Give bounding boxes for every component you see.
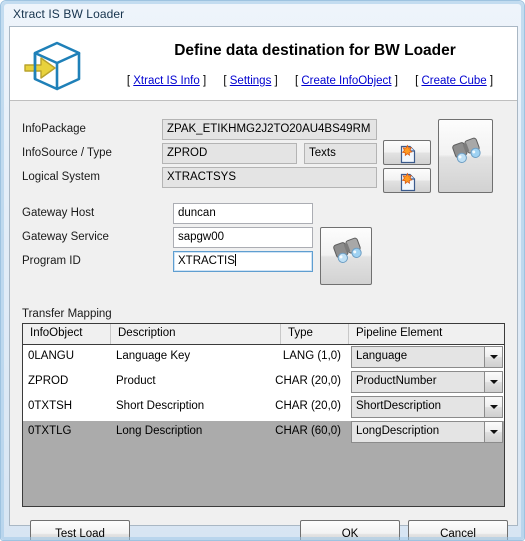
- cell-infoobject: 0LANGU: [28, 350, 75, 362]
- logical-system-field: XTRACTSYS: [162, 167, 377, 188]
- cell-infoobject: ZPROD: [28, 375, 69, 387]
- bracket-open: [: [126, 75, 131, 87]
- bracket-open: [: [415, 75, 419, 87]
- header-link-bar: [ Xtract IS Info ] [ Settings ] [ Create…: [110, 75, 510, 87]
- grid-body: 0LANGU Language Key LANG (1,0) Language …: [23, 345, 504, 443]
- gateway-service-input[interactable]: sapgw00: [173, 227, 313, 248]
- label-gateway-service: Gateway Service: [22, 231, 109, 243]
- infosource-field: ZPROD: [162, 143, 297, 164]
- pipeline-element-select[interactable]: ProductNumber: [351, 371, 503, 393]
- link-group-xtract-is-info: [ Xtract IS Info ]: [127, 75, 206, 87]
- bracket-close: ]: [394, 75, 398, 87]
- table-row[interactable]: 0LANGU Language Key LANG (1,0) Language: [23, 345, 504, 370]
- link-create-infoobject[interactable]: Create InfoObject: [301, 75, 391, 87]
- chevron-down-icon[interactable]: [484, 372, 502, 392]
- bracket-close: ]: [202, 75, 207, 87]
- column-header-infoobject[interactable]: InfoObject: [23, 324, 111, 344]
- bracket-close: ]: [274, 75, 278, 87]
- browse-gateway-button[interactable]: [320, 227, 372, 285]
- cancel-button-label: Cancel: [440, 528, 476, 540]
- cell-infoobject: 0TXTLG: [28, 425, 72, 437]
- column-header-description[interactable]: Description: [111, 324, 281, 344]
- page-title: Define data destination for BW Loader: [174, 42, 456, 59]
- column-header-type[interactable]: Type: [281, 324, 349, 344]
- label-infosource-type: InfoSource / Type: [22, 147, 112, 159]
- chevron-down-icon[interactable]: [484, 397, 502, 417]
- pipeline-element-value: Language: [356, 350, 408, 362]
- pipeline-element-select[interactable]: Language: [351, 346, 503, 368]
- dialog-client-area: Define data destination for BW Loader [ …: [9, 26, 518, 540]
- pipeline-element-value: ProductNumber: [356, 375, 437, 387]
- cell-description: Long Description: [116, 425, 203, 437]
- grid-header-row: InfoObject Description Type Pipeline Ele…: [23, 324, 504, 345]
- cell-type: CHAR (20,0): [275, 375, 341, 387]
- bracket-close: ]: [489, 75, 494, 87]
- program-id-input[interactable]: XTRACTIS: [173, 251, 313, 272]
- table-row[interactable]: ZPROD Product CHAR (20,0) ProductNumber: [23, 370, 504, 395]
- link-xtract-is-info[interactable]: Xtract IS Info: [133, 75, 199, 87]
- test-load-button-label: Test Load: [55, 528, 105, 540]
- cell-type: CHAR (60,0): [275, 425, 341, 437]
- cube-import-icon: [23, 35, 85, 93]
- cell-infoobject: 0TXTSH: [28, 400, 73, 412]
- title-bar[interactable]: Xtract IS BW Loader: [1, 1, 524, 26]
- pipeline-element-select[interactable]: LongDescription: [351, 421, 503, 443]
- pipeline-element-value: LongDescription: [356, 425, 440, 437]
- new-document-icon: [384, 172, 432, 198]
- chevron-down-icon[interactable]: [484, 422, 502, 442]
- text-caret: [234, 254, 236, 266]
- link-create-cube[interactable]: Create Cube: [422, 75, 487, 87]
- link-group-create-cube: [ Create Cube ]: [415, 75, 493, 87]
- window-title: Xtract IS BW Loader: [13, 7, 125, 21]
- ok-button-label: OK: [341, 528, 359, 540]
- binoculars-icon: [439, 137, 494, 198]
- cancel-button[interactable]: Cancel: [408, 520, 508, 540]
- chevron-down-icon[interactable]: [484, 347, 502, 367]
- link-group-settings: [ Settings ]: [223, 75, 277, 87]
- browse-infopackage-button[interactable]: [438, 119, 493, 193]
- cell-type: LANG (1,0): [282, 350, 341, 362]
- dialog-window: Xtract IS BW Loader Define data destinat…: [0, 0, 525, 541]
- ok-button[interactable]: OK: [300, 520, 400, 540]
- label-gateway-host: Gateway Host: [22, 207, 95, 219]
- link-settings[interactable]: Settings: [230, 75, 272, 87]
- binoculars-icon: [321, 237, 373, 290]
- cell-description: Language Key: [116, 350, 191, 362]
- gateway-host-input[interactable]: duncan: [173, 203, 313, 224]
- bracket-open: [: [294, 75, 299, 87]
- table-row[interactable]: 0TXTLG Long Description CHAR (60,0) Long…: [23, 420, 504, 445]
- header-band: Define data destination for BW Loader [ …: [10, 27, 517, 101]
- transfer-mapping-grid[interactable]: InfoObject Description Type Pipeline Ele…: [22, 323, 505, 507]
- label-infopackage: InfoPackage: [22, 123, 86, 135]
- bracket-open: [: [223, 75, 227, 87]
- pipeline-element-value: ShortDescription: [356, 400, 442, 412]
- cell-description: Short Description: [116, 400, 205, 412]
- cell-type: CHAR (20,0): [275, 400, 341, 412]
- infopackage-field: ZPAK_ETIKHMG2J2TO20AU4BS49RM: [162, 119, 377, 140]
- new-infosource-button[interactable]: [383, 168, 431, 193]
- infosource-type-field: Texts: [304, 143, 377, 164]
- label-logical-system: Logical System: [22, 171, 100, 183]
- label-program-id: Program ID: [22, 255, 81, 267]
- table-row[interactable]: 0TXTSH Short Description CHAR (20,0) Sho…: [23, 395, 504, 420]
- transfer-mapping-label: Transfer Mapping: [22, 308, 112, 320]
- program-id-value: XTRACTIS: [178, 255, 235, 267]
- pipeline-element-select[interactable]: ShortDescription: [351, 396, 503, 418]
- cell-description: Product: [116, 375, 156, 387]
- column-header-pipeline-element[interactable]: Pipeline Element: [349, 324, 504, 344]
- new-infopackage-button[interactable]: [383, 140, 431, 165]
- link-group-create-infoobject: [ Create InfoObject ]: [295, 75, 398, 87]
- test-load-button[interactable]: Test Load: [30, 520, 130, 540]
